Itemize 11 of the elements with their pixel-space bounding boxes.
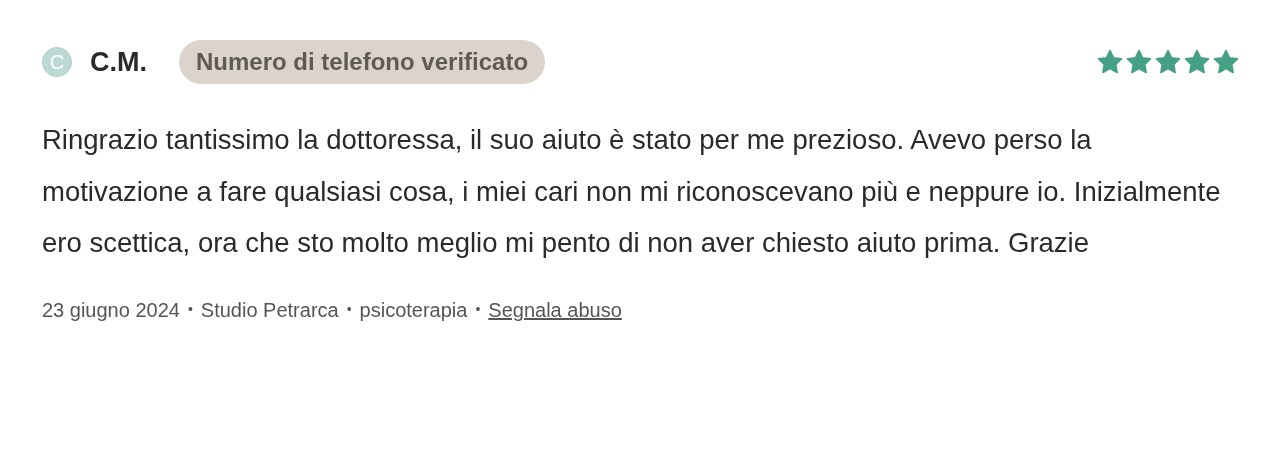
separator: • bbox=[475, 300, 481, 319]
separator: • bbox=[346, 300, 352, 319]
review-text: Ringrazio tantissimo la dottoressa, il suo aiuto è stato per me prezioso. Avevo perso la motivazione a fare qualsiasi cosa, i miei cari non mi riconoscevano più e neppure io. Inizialmente ero scettica, ora che sto molto meglio mi pento di non aver chiesto aiuto prima. Grazie bbox=[42, 123, 1222, 260]
report-abuse-link[interactable]: Segnala abuso bbox=[488, 294, 622, 325]
author-name: C.M. bbox=[90, 45, 147, 79]
separator: • bbox=[187, 300, 193, 319]
review-meta: 23 giugno 2024 bbox=[42, 297, 180, 323]
review-meta: psicoterapia bbox=[359, 297, 468, 323]
verified-badge: Numero di telefono verificato bbox=[179, 40, 546, 84]
review-meta: Studio Petrarca bbox=[200, 297, 339, 323]
avatar: C bbox=[42, 47, 72, 77]
